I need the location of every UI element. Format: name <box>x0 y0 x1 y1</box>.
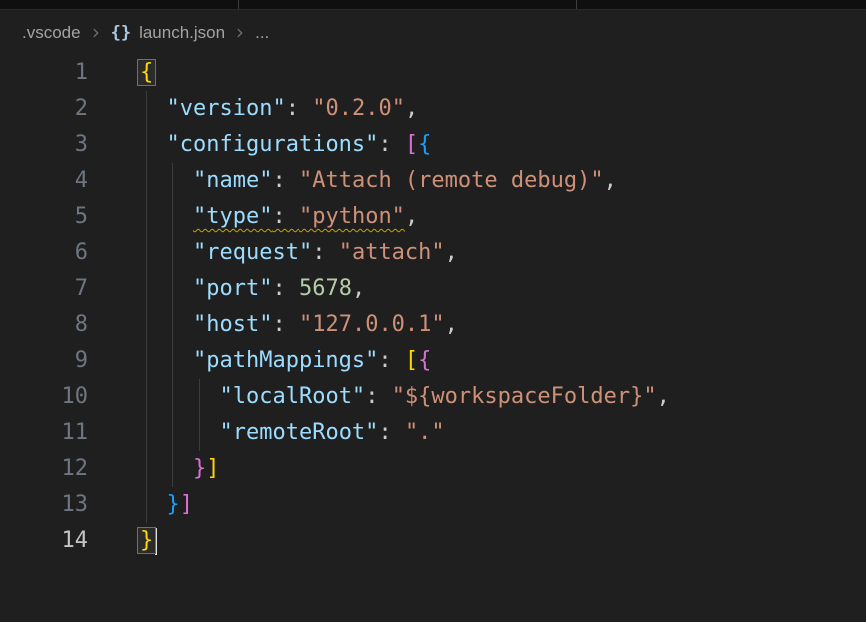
code-line[interactable]: 2 "version": "0.2.0", <box>0 91 866 127</box>
line-number[interactable]: 12 <box>0 451 88 487</box>
line-content[interactable]: }] <box>140 487 193 523</box>
line-number[interactable]: 4 <box>0 163 88 199</box>
line-content[interactable]: "name": "Attach (remote debug)", <box>140 163 617 199</box>
tab-separator <box>576 0 577 9</box>
code-line[interactable]: 14} <box>0 523 866 559</box>
code-line[interactable]: 6 "request": "attach", <box>0 235 866 271</box>
chevron-right-icon <box>89 26 103 40</box>
line-number[interactable]: 2 <box>0 91 88 127</box>
code-line[interactable]: 8 "host": "127.0.0.1", <box>0 307 866 343</box>
indent-guide <box>199 379 200 451</box>
breadcrumb-file[interactable]: launch.json <box>139 23 225 43</box>
line-number[interactable]: 7 <box>0 271 88 307</box>
line-content[interactable]: "version": "0.2.0", <box>140 91 418 127</box>
line-content[interactable]: { <box>140 55 153 91</box>
line-number[interactable]: 6 <box>0 235 88 271</box>
line-content[interactable]: "configurations": [{ <box>140 127 431 163</box>
line-number[interactable]: 14 <box>0 523 88 559</box>
breadcrumb-more[interactable]: ... <box>255 23 269 43</box>
code-line[interactable]: 12 }] <box>0 451 866 487</box>
line-content[interactable]: "localRoot": "${workspaceFolder}", <box>140 379 670 415</box>
line-number[interactable]: 13 <box>0 487 88 523</box>
line-content[interactable]: "request": "attach", <box>140 235 458 271</box>
line-content[interactable]: "type": "python", <box>140 199 418 235</box>
code-lines: 1{2 "version": "0.2.0",3 "configurations… <box>0 55 866 559</box>
code-editor[interactable]: 1{2 "version": "0.2.0",3 "configurations… <box>0 55 866 559</box>
line-number[interactable]: 10 <box>0 379 88 415</box>
breadcrumb: .vscode {} launch.json ... <box>0 10 866 55</box>
code-line[interactable]: 3 "configurations": [{ <box>0 127 866 163</box>
vscode-window: .vscode {} launch.json ... 1{2 "version"… <box>0 0 866 622</box>
code-line[interactable]: 9 "pathMappings": [{ <box>0 343 866 379</box>
tab-bar <box>0 0 866 10</box>
line-content[interactable]: "remoteRoot": "." <box>140 415 445 451</box>
indent-guide <box>146 91 147 523</box>
line-number[interactable]: 1 <box>0 55 88 91</box>
line-content[interactable]: "port": 5678, <box>140 271 365 307</box>
chevron-right-icon <box>233 26 247 40</box>
line-number[interactable]: 8 <box>0 307 88 343</box>
code-line[interactable]: 10 "localRoot": "${workspaceFolder}", <box>0 379 866 415</box>
breadcrumb-folder[interactable]: .vscode <box>22 23 81 43</box>
line-content[interactable]: "host": "127.0.0.1", <box>140 307 458 343</box>
line-content[interactable]: } <box>140 523 157 559</box>
code-line[interactable]: 1{ <box>0 55 866 91</box>
code-line[interactable]: 5 "type": "python", <box>0 199 866 235</box>
line-number[interactable]: 3 <box>0 127 88 163</box>
tab-separator <box>238 0 239 9</box>
line-content[interactable]: }] <box>140 451 219 487</box>
line-number[interactable]: 5 <box>0 199 88 235</box>
indent-guide <box>172 163 173 487</box>
code-line[interactable]: 4 "name": "Attach (remote debug)", <box>0 163 866 199</box>
json-file-icon: {} <box>111 23 131 43</box>
text-cursor <box>155 528 157 555</box>
line-number[interactable]: 9 <box>0 343 88 379</box>
code-line[interactable]: 13 }] <box>0 487 866 523</box>
code-line[interactable]: 11 "remoteRoot": "." <box>0 415 866 451</box>
line-content[interactable]: "pathMappings": [{ <box>140 343 431 379</box>
code-line[interactable]: 7 "port": 5678, <box>0 271 866 307</box>
line-number[interactable]: 11 <box>0 415 88 451</box>
